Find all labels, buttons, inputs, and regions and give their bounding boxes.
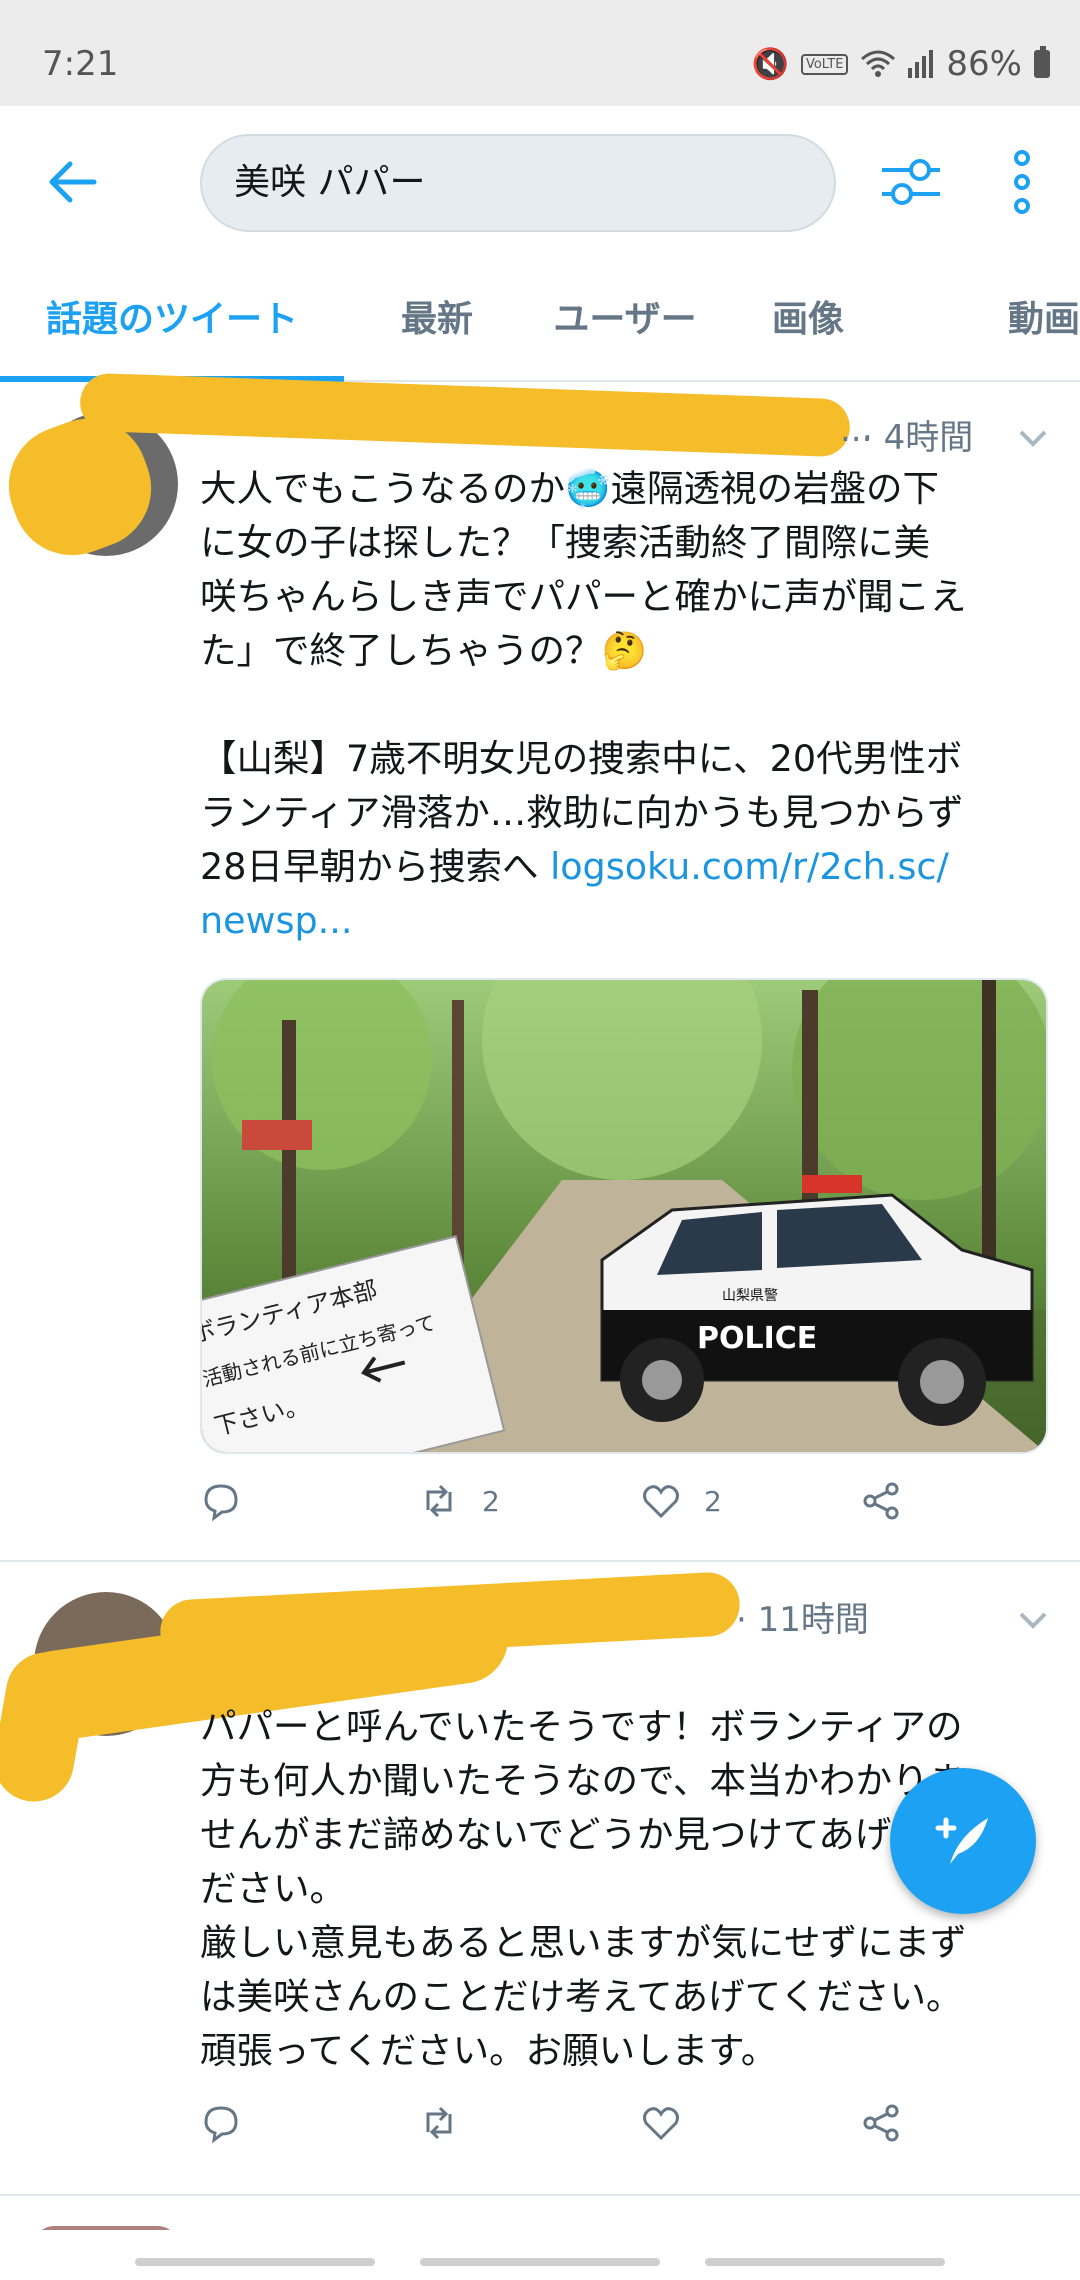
chevron-down-icon[interactable] (1018, 428, 1048, 450)
tweet-text-line: に女の子は探した？「捜索活動終了間際に美 (200, 521, 930, 564)
status-icons: 🔇 VoLTE 86% (752, 44, 1050, 84)
forest-photo-illustration: 山梨県警 POLICE ボランティア本部 活動される前に立ち寄って 下さい。 (202, 980, 1046, 1452)
tweet-text-line: 方も何人か聞いたそうなので、本当かわかりま (200, 1759, 966, 1802)
like-count: 2 (704, 1484, 722, 1518)
battery-percent: 86% (946, 44, 1022, 84)
share-icon (863, 2104, 899, 2142)
search-tabs: 話題のツイート 最新 ユーザー 画像 動画 (0, 260, 1080, 382)
heart-icon (643, 2107, 679, 2141)
heart-icon (643, 1485, 679, 1519)
system-nav-bar (0, 2230, 1080, 2280)
tab-videos[interactable]: 動画 (896, 260, 1080, 380)
tweet-link[interactable]: logsoku.com/r/2ch.sc/ (550, 845, 949, 888)
tweet-text-line: た」で終了しちゃうの？🤔 (200, 629, 647, 672)
tweet-time: · 11時間 (736, 1600, 869, 1640)
tweet-text-line: 頑張ってください。お願いします。 (200, 2029, 778, 2072)
nav-home-handle[interactable] (420, 2258, 660, 2266)
tweet-text: 大人でもこうなるのか🥶遠隔透視の岩盤の下 に女の子は探した？「捜索活動終了間際に… (200, 462, 1050, 948)
police-label: POLICE (697, 1321, 817, 1356)
tweet-text-line: 咲ちゃんらしき声でパパーと確かに声が聞こえ (200, 575, 967, 618)
tweet-card[interactable]: ... · 4時間 大人でもこうなるのか🥶遠隔透視の岩盤の下 に女の子は探した？… (0, 372, 1080, 1562)
compose-feather-icon (935, 1817, 988, 1864)
tweet-text-line: 【山梨】7歳不明女児の捜索中に、20代男性ボ (200, 737, 963, 780)
signal-icon (908, 50, 934, 78)
status-time: 7:21 (42, 44, 119, 84)
tweet-text-line: ランティア滑落か…救助に向かうも見つからず (200, 791, 964, 834)
reply-button[interactable] (200, 2102, 242, 2144)
retweet-button[interactable] (418, 2102, 482, 2144)
tweet-actions (200, 2102, 960, 2162)
reply-button[interactable] (200, 1480, 242, 1522)
volte-icon: VoLTE (800, 53, 849, 75)
tweet-text-line: せんがまだ諦めないでどうか見つけてあげてく (200, 1813, 964, 1856)
tab-top-tweets[interactable]: 話題のツイート (0, 260, 344, 382)
like-button[interactable]: 2 (640, 1480, 722, 1522)
compose-tweet-button[interactable] (890, 1768, 1036, 1914)
search-input[interactable]: 美咲 パパー (200, 134, 836, 232)
mute-icon: 🔇 (751, 46, 789, 82)
tab-latest[interactable]: 最新 (344, 260, 530, 380)
retweet-count: 2 (482, 1484, 500, 1518)
more-options-icon[interactable] (1008, 150, 1036, 214)
tweet-text-line: 厳しい意見もあると思いますが気にせずにまず (200, 1921, 967, 1964)
tweet-text-line: は美咲さんのことだけ考えてあげてください。 (200, 1975, 963, 2018)
status-bar: 7:21 🔇 VoLTE 86% (0, 0, 1080, 106)
reply-icon (204, 1484, 238, 1522)
filter-settings-icon[interactable] (880, 152, 942, 212)
tweet-text-line: 28日早朝から捜索へ (200, 845, 551, 888)
tweet-actions: 2 2 (200, 1480, 960, 1540)
tab-users[interactable]: ユーザー (530, 260, 720, 380)
tweet-text-line: ださい。 (200, 1867, 346, 1910)
reply-icon (204, 2106, 238, 2144)
tweet-photo[interactable]: 山梨県警 POLICE ボランティア本部 活動される前に立ち寄って 下さい。 (200, 978, 1048, 1454)
search-header: 美咲 パパー (0, 106, 1080, 260)
share-icon (863, 1482, 899, 1520)
back-arrow-icon[interactable] (46, 156, 98, 208)
wifi-icon (861, 50, 896, 77)
tab-photos[interactable]: 画像 (720, 260, 896, 380)
tweet-text-line: 大人でもこうなるのか🥶遠隔透視の岩盤の下 (200, 467, 939, 510)
nav-back-handle[interactable] (705, 2258, 945, 2266)
tweet-text-line: パパーと呼んでいたそうです！ボランティアの (200, 1705, 963, 1748)
retweet-icon (426, 1484, 452, 1518)
tweet-card-partial[interactable] (0, 2196, 1080, 2266)
nav-recent-handle[interactable] (135, 2258, 375, 2266)
tweet-link-continued[interactable]: newsp... (200, 899, 352, 942)
retweet-button[interactable]: 2 (418, 1480, 500, 1522)
share-button[interactable] (860, 2102, 902, 2144)
redaction-mark (79, 372, 851, 458)
retweet-icon (426, 2106, 452, 2140)
tweet-time: · 4時間 (862, 418, 974, 458)
like-button[interactable] (640, 2102, 704, 2144)
chevron-down-icon[interactable] (1018, 1610, 1048, 1632)
share-button[interactable] (860, 1480, 902, 1522)
car-label: 山梨県警 (722, 1288, 778, 1304)
battery-icon (1034, 46, 1050, 78)
